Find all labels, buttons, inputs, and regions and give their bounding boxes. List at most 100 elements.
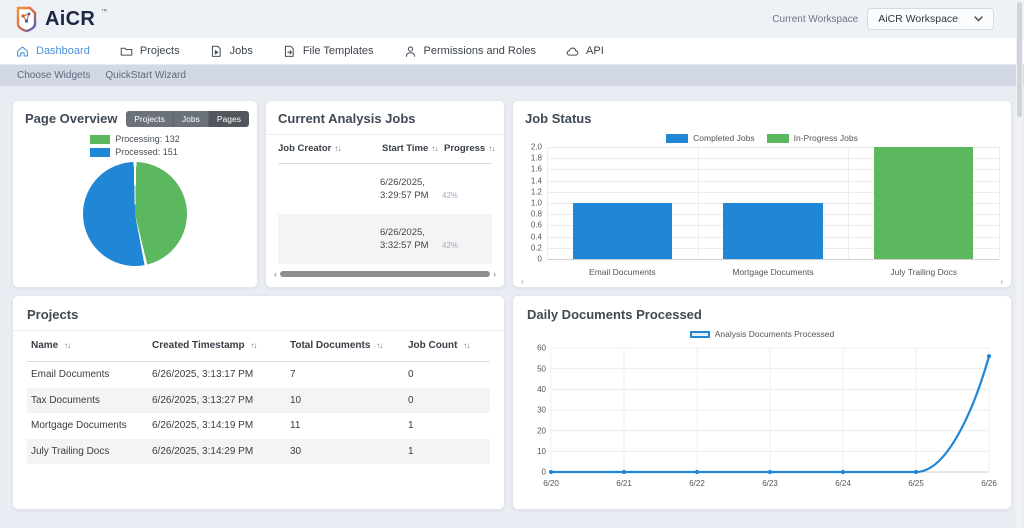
- nav-item-jobs[interactable]: Jobs: [210, 45, 253, 58]
- nav-item-label: File Templates: [303, 45, 374, 57]
- scroll-left-arrow[interactable]: ‹: [274, 271, 277, 277]
- legend-swatch: [767, 134, 789, 143]
- chevron-down-icon: [974, 16, 983, 22]
- sort-icon[interactable]: ↑↓: [376, 341, 382, 350]
- projects-table: Name ↑↓Created Timestamp ↑↓Total Documen…: [27, 331, 490, 464]
- project-row-july-trailing-docs[interactable]: July Trailing Docs6/26/2025, 3:14:29 PM3…: [27, 439, 490, 465]
- sort-icon[interactable]: ↑↓: [334, 144, 340, 153]
- job-row[interactable]: 6/26/2025, 3:32:57 PM42%: [278, 214, 492, 264]
- logo-text: AiCR: [45, 6, 95, 32]
- legend-swatch: [90, 135, 110, 144]
- total-documents-cell: 30: [290, 446, 408, 457]
- page-overview-tabs: ProjectsJobsPages: [126, 111, 249, 127]
- legend-item-completed-jobs[interactable]: Completed Jobs: [666, 133, 754, 143]
- svg-text:30: 30: [537, 406, 546, 415]
- column-header-name[interactable]: Name ↑↓: [27, 340, 152, 351]
- page-scrollbar-thumb[interactable]: [1017, 2, 1022, 117]
- column-header-start-time[interactable]: Start Time↑↓: [382, 143, 440, 154]
- sort-icon[interactable]: ↑↓: [463, 341, 469, 350]
- daily-documents-card: Daily Documents Processed Analysis Docum…: [512, 295, 1012, 510]
- sort-icon[interactable]: ↑↓: [64, 341, 70, 350]
- legend-swatch: [90, 148, 110, 157]
- y-tick-label: 0.4: [531, 232, 542, 241]
- tab-projects[interactable]: Projects: [126, 111, 174, 127]
- scrollbar-thumb[interactable]: [280, 271, 490, 277]
- bar-chart-plot: [547, 147, 999, 259]
- scroll-left-arrow[interactable]: ‹: [521, 277, 524, 286]
- y-tick-label: 0.2: [531, 243, 542, 252]
- main-nav: Dashboard Projects Jobs File Templates Permi…: [0, 38, 1024, 65]
- svg-text:6/26: 6/26: [981, 479, 997, 488]
- name-cell: Email Documents: [27, 369, 152, 380]
- svg-text:6/24: 6/24: [835, 479, 851, 488]
- logo-shield-icon: [14, 6, 39, 33]
- daily-documents-title: Daily Documents Processed: [527, 307, 997, 322]
- legend-item-processing[interactable]: Processing: 132: [90, 134, 180, 144]
- svg-text:6/22: 6/22: [689, 479, 705, 488]
- column-header-job-count[interactable]: Job Count ↑↓: [408, 340, 490, 351]
- job-row[interactable]: 6/26/2025, 3:29:57 PM42%: [278, 164, 492, 214]
- y-tick-label: 1.6: [531, 165, 542, 174]
- nav-item-label: Permissions and Roles: [424, 45, 537, 57]
- job-count-cell: 0: [408, 395, 490, 406]
- job-count-cell: 0: [408, 369, 490, 380]
- nav-item-label: Projects: [140, 45, 180, 57]
- bar-july-trailing-docs: [874, 147, 973, 259]
- page-overview-card: Page Overview ProjectsJobsPages Processi…: [12, 100, 258, 288]
- person-icon: [404, 45, 417, 58]
- legend-item-analysis-documents-processed[interactable]: Analysis Documents Processed: [690, 329, 835, 339]
- sort-icon[interactable]: ↑↓: [250, 341, 256, 350]
- bar-email-documents: [573, 203, 672, 259]
- project-row-tax-documents[interactable]: Tax Documents6/26/2025, 3:13:27 PM100: [27, 388, 490, 414]
- current-jobs-table-body: 6/26/2025, 3:29:57 PM42%6/26/2025, 3:32:…: [278, 164, 492, 264]
- subnav-link-quickstart-wizard[interactable]: QuickStart Wizard: [105, 70, 186, 81]
- workspace-selector[interactable]: AiCR Workspace: [867, 8, 994, 30]
- workspace-value: AiCR Workspace: [878, 13, 958, 25]
- legend-item-processed[interactable]: Processed: 151: [90, 147, 180, 157]
- file-arrow-icon: [210, 45, 223, 58]
- scroll-right-arrow[interactable]: ›: [493, 271, 496, 277]
- legend-label: Analysis Documents Processed: [715, 329, 835, 339]
- page-overview-title: Page Overview: [25, 111, 118, 126]
- legend-label: Completed Jobs: [693, 133, 754, 143]
- legend-label: Processed: 151: [115, 147, 178, 157]
- tab-pages[interactable]: Pages: [209, 111, 249, 127]
- job-status-legend: Completed Jobs In-Progress Jobs: [513, 133, 1011, 143]
- scroll-right-arrow[interactable]: ›: [1000, 277, 1003, 286]
- y-tick-label: 2.0: [531, 143, 542, 152]
- x-tick-label: July Trailing Docs: [848, 267, 999, 277]
- projects-table-body: Email Documents6/26/2025, 3:13:17 PM70Ta…: [27, 362, 490, 464]
- tab-jobs[interactable]: Jobs: [174, 111, 209, 127]
- sort-icon[interactable]: ↑↓: [431, 144, 437, 153]
- daily-line-legend: Analysis Documents Processed: [513, 329, 1011, 339]
- column-header-progress[interactable]: Progress↑↓: [444, 143, 492, 154]
- legend-item-in-progress-jobs[interactable]: In-Progress Jobs: [767, 133, 858, 143]
- column-header-created-timestamp[interactable]: Created Timestamp ↑↓: [152, 340, 290, 351]
- sort-icon[interactable]: ↑↓: [488, 144, 494, 153]
- nav-item-file-templates[interactable]: File Templates: [283, 45, 374, 58]
- current-analysis-jobs-card: Current Analysis Jobs Job Creator↑↓Start…: [265, 100, 505, 288]
- nav-item-projects[interactable]: Projects: [120, 45, 180, 58]
- subnav-link-choose-widgets[interactable]: Choose Widgets: [17, 70, 90, 81]
- project-row-email-documents[interactable]: Email Documents6/26/2025, 3:13:17 PM70: [27, 362, 490, 388]
- jobs-horizontal-scrollbar[interactable]: ‹ ›: [274, 271, 496, 277]
- legend-label: In-Progress Jobs: [794, 133, 858, 143]
- page-vertical-scrollbar[interactable]: [1016, 0, 1023, 528]
- nav-item-api[interactable]: API: [566, 45, 604, 58]
- job-status-bar-chart: 2.01.81.61.41.21.00.80.60.40.20: [523, 147, 999, 259]
- svg-text:6/23: 6/23: [762, 479, 778, 488]
- nav-item-permissions-and-roles[interactable]: Permissions and Roles: [404, 45, 537, 58]
- nav-item-dashboard[interactable]: Dashboard: [16, 45, 90, 58]
- created-timestamp-cell: 6/26/2025, 3:13:17 PM: [152, 369, 290, 380]
- svg-text:6/21: 6/21: [616, 479, 632, 488]
- x-tick-label: Mortgage Documents: [698, 267, 849, 277]
- column-header-job-creator[interactable]: Job Creator↑↓: [278, 143, 378, 154]
- column-header-total-documents[interactable]: Total Documents ↑↓: [290, 340, 408, 351]
- svg-text:20: 20: [537, 426, 546, 435]
- project-row-mortgage-documents[interactable]: Mortgage Documents6/26/2025, 3:14:19 PM1…: [27, 413, 490, 439]
- y-tick-label: 1.4: [531, 176, 542, 185]
- svg-text:60: 60: [537, 344, 546, 353]
- current-jobs-table-header: Job Creator↑↓ Start Time↑↓ Progress↑↓: [278, 135, 492, 164]
- pie-legend: Processing: 132 Processed: 151: [90, 134, 180, 157]
- total-documents-cell: 7: [290, 369, 408, 380]
